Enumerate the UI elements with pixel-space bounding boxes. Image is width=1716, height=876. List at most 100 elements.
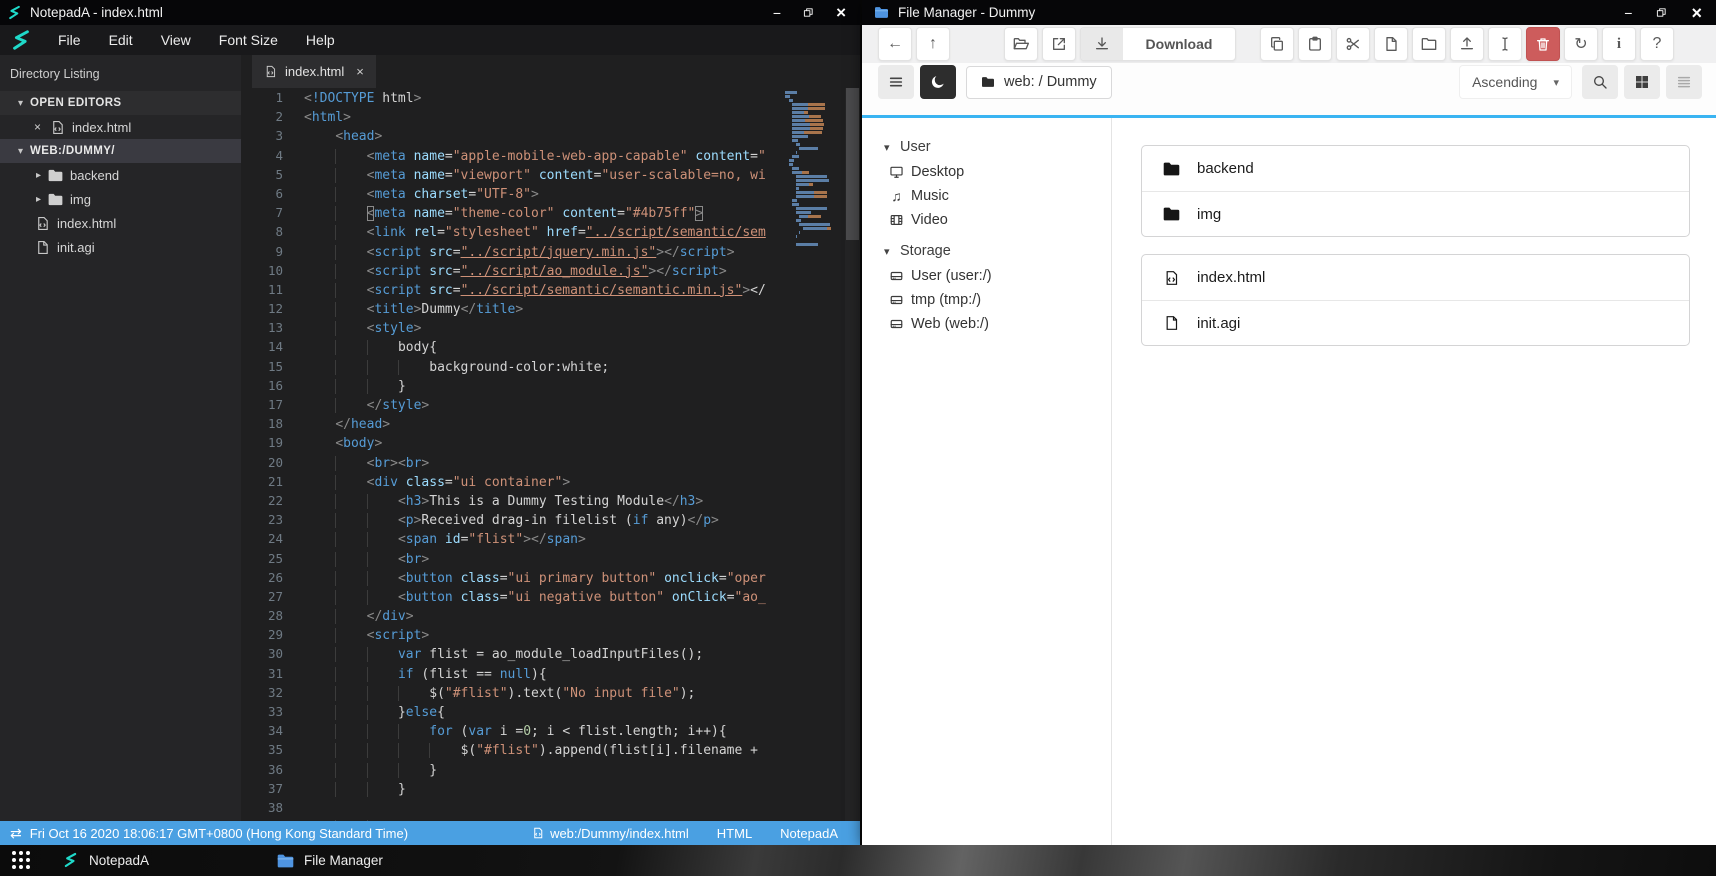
code-line[interactable]: 32 $("#flist").text("No input file"); xyxy=(241,683,784,702)
code-line[interactable]: 31 if (flist == null){ xyxy=(241,664,784,683)
code-line[interactable]: 29 <script> xyxy=(241,625,784,644)
sidebar-item-music[interactable]: ♫ Music xyxy=(862,184,1111,208)
close-button[interactable]: × xyxy=(1691,4,1702,22)
breadcrumb[interactable]: web: / Dummy xyxy=(966,65,1112,99)
minimap[interactable] xyxy=(785,91,843,247)
open-button[interactable] xyxy=(1004,27,1038,61)
code-line[interactable]: 20 <br><br> xyxy=(241,453,784,472)
taskbar-item-file-manager[interactable]: File Manager xyxy=(261,845,399,876)
code-line[interactable]: 30 var flist = ao_module_loadInputFiles(… xyxy=(241,644,784,663)
code-line[interactable]: 4 <meta name="apple-mobile-web-app-capab… xyxy=(241,146,784,165)
file-row-init-agi[interactable]: init.agi xyxy=(1142,300,1689,345)
sidebar-section-user[interactable]: ▾ User xyxy=(862,134,1111,160)
code-line[interactable]: 33 }else{ xyxy=(241,702,784,721)
code-line[interactable]: 5 <meta name="viewport" content="user-sc… xyxy=(241,165,784,184)
code-line[interactable]: 16 } xyxy=(241,376,784,395)
code-line[interactable]: 25 <br> xyxy=(241,549,784,568)
tab-index-html[interactable]: index.html × xyxy=(252,55,376,88)
open-in-new-button[interactable] xyxy=(1042,27,1076,61)
list-view-button[interactable] xyxy=(1666,65,1702,99)
download-button[interactable]: Download xyxy=(1080,27,1236,61)
code-lines[interactable]: 1 <!DOCTYPE html> 2 <html> 3 <head> 4 <meta n… xyxy=(241,88,784,821)
code-line[interactable]: 37 } xyxy=(241,779,784,798)
code-line[interactable]: 18 </head> xyxy=(241,414,784,433)
code-line[interactable]: 26 <button class="ui primary button" onc… xyxy=(241,568,784,587)
new-folder-button[interactable] xyxy=(1412,27,1446,61)
tree-item-init-agi[interactable]: init.agi xyxy=(0,235,241,259)
cut-button[interactable] xyxy=(1336,27,1370,61)
grid-view-button[interactable] xyxy=(1624,65,1660,99)
code-line[interactable]: 34 for (var i =0; i < flist.length; i++)… xyxy=(241,721,784,740)
code-line[interactable]: 27 <button class="ui negative button" on… xyxy=(241,587,784,606)
code-line[interactable]: 36 } xyxy=(241,760,784,779)
file-row-backend[interactable]: backend xyxy=(1142,146,1689,191)
app-launcher-button[interactable] xyxy=(12,850,32,871)
code-line[interactable]: 15 background-color:white; xyxy=(241,357,784,376)
search-button[interactable] xyxy=(1582,65,1618,99)
code-line[interactable]: 13 <style> xyxy=(241,318,784,337)
sort-order-dropdown[interactable]: Ascending ▾ xyxy=(1459,65,1572,99)
new-file-button[interactable] xyxy=(1374,27,1408,61)
open-editors-section[interactable]: ▾ OPEN EDITORS xyxy=(0,91,241,115)
sidebar-item-video[interactable]: Video xyxy=(862,208,1111,232)
minimize-button[interactable]: − xyxy=(773,6,781,20)
menu-edit[interactable]: Edit xyxy=(95,25,147,55)
theme-toggle-button[interactable] xyxy=(920,65,956,99)
code-line[interactable]: 2 <html> xyxy=(241,107,784,126)
rename-button[interactable] xyxy=(1488,27,1522,61)
menu-view[interactable]: View xyxy=(147,25,205,55)
statusbar-language[interactable]: HTML xyxy=(717,826,752,841)
code-line[interactable]: 8 <link rel="stylesheet" href="../script… xyxy=(241,222,784,241)
code-line[interactable]: 3 <head> xyxy=(241,126,784,145)
menu-font-size[interactable]: Font Size xyxy=(205,25,292,55)
tree-item-index-html[interactable]: index.html xyxy=(0,211,241,235)
copy-button[interactable] xyxy=(1260,27,1294,61)
code-line[interactable]: 23 <p>Received drag-in filelist (if any)… xyxy=(241,510,784,529)
sidebar-item-user[interactable]: User (user:/) xyxy=(862,264,1111,288)
sidebar-section-storage[interactable]: ▾ Storage xyxy=(862,238,1111,264)
file-row-img[interactable]: img xyxy=(1142,191,1689,236)
close-button[interactable]: × xyxy=(836,4,846,21)
scrollbar-thumb[interactable] xyxy=(846,88,859,240)
code-line[interactable]: 6 <meta charset="UTF-8"> xyxy=(241,184,784,203)
tree-item-backend[interactable]: ▸ backend xyxy=(0,163,241,187)
code-editor[interactable]: 1 <!DOCTYPE html> 2 <html> 3 <head> 4 <meta n… xyxy=(241,88,860,821)
upload-button[interactable] xyxy=(1450,27,1484,61)
open-editor-item[interactable]: × index.html xyxy=(0,115,241,139)
code-line[interactable]: 1 <!DOCTYPE html> xyxy=(241,88,784,107)
code-line[interactable]: 19 <body> xyxy=(241,433,784,452)
taskbar-item-notepada[interactable]: NotepadA xyxy=(46,845,165,876)
minimize-button[interactable]: − xyxy=(1624,6,1632,20)
sidebar-item-desktop[interactable]: Desktop xyxy=(862,160,1111,184)
up-button[interactable]: ↑ xyxy=(916,27,950,61)
back-button[interactable]: ← xyxy=(878,27,912,61)
restore-button[interactable] xyxy=(803,7,814,18)
menu-button[interactable] xyxy=(878,65,914,99)
code-line[interactable]: 7 <meta name="theme-color" content="#4b7… xyxy=(241,203,784,222)
delete-button[interactable] xyxy=(1526,27,1560,61)
code-line[interactable]: 24 <span id="flist"></span> xyxy=(241,529,784,548)
file-row-index-html[interactable]: index.html xyxy=(1142,255,1689,300)
workspace-root[interactable]: ▾ WEB:/DUMMY/ xyxy=(0,139,241,163)
code-line[interactable]: 14 body{ xyxy=(241,337,784,356)
refresh-button[interactable]: ↻ xyxy=(1564,27,1598,61)
code-line[interactable]: 38 xyxy=(241,798,784,817)
code-line[interactable]: 22 <h3>This is a Dummy Testing Module</h… xyxy=(241,491,784,510)
code-line[interactable]: 12 <title>Dummy</title> xyxy=(241,299,784,318)
code-line[interactable]: 10 <script src="../script/ao_module.js">… xyxy=(241,261,784,280)
help-button[interactable]: ? xyxy=(1640,27,1674,61)
info-button[interactable]: i xyxy=(1602,27,1636,61)
paste-button[interactable] xyxy=(1298,27,1332,61)
sidebar-item-tmp[interactable]: tmp (tmp:/) xyxy=(862,288,1111,312)
editor-scrollbar[interactable] xyxy=(845,88,860,821)
code-line[interactable]: 28 </div> xyxy=(241,606,784,625)
menu-help[interactable]: Help xyxy=(292,25,349,55)
code-line[interactable]: 11 <script src="../script/semantic/seman… xyxy=(241,280,784,299)
tree-item-img[interactable]: ▸ img xyxy=(0,187,241,211)
sidebar-item-web[interactable]: Web (web:/) xyxy=(862,312,1111,336)
code-line[interactable]: 35 $("#flist").append(flist[i].filename … xyxy=(241,740,784,759)
menu-file[interactable]: File xyxy=(44,25,95,55)
close-icon[interactable]: × xyxy=(34,120,50,134)
tab-close-icon[interactable]: × xyxy=(356,64,364,79)
code-line[interactable]: 21 <div class="ui container"> xyxy=(241,472,784,491)
